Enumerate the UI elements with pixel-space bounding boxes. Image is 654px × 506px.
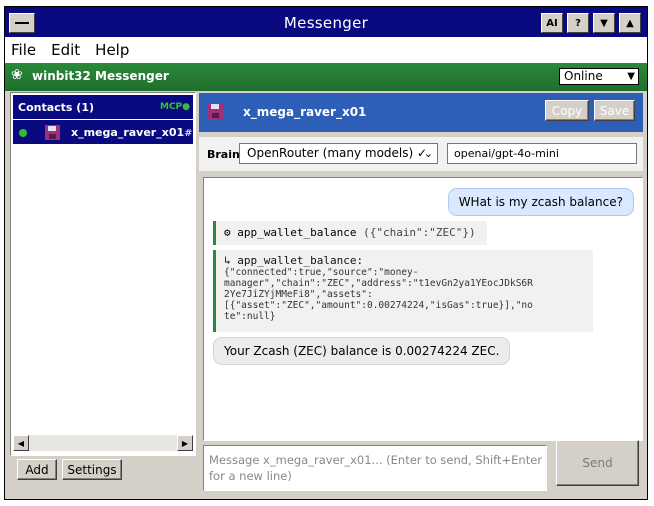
online-status-dot <box>19 129 27 137</box>
save-button[interactable]: Save <box>594 100 635 121</box>
scroll-right-arrow-icon[interactable]: ▶ <box>177 435 193 451</box>
brain-provider-value: OpenRouter (many models) ✓ <box>247 146 428 160</box>
menu-file[interactable]: File <box>11 41 36 59</box>
contacts-panel: Contacts (1) MCP● x_mega_raver_x01#65B ◀… <box>10 92 196 456</box>
tool-result-name: ↳ app_wallet_balance: <box>224 254 364 267</box>
messenger-window: Messenger AI ? ▼ ▲ File Edit Help ❀ winb… <box>4 6 648 500</box>
chat-contact-name: x_mega_raver_x01 <box>243 105 367 119</box>
brain-settings-row: Brain OpenRouter (many models) ✓ ⌄ opena… <box>199 137 643 171</box>
contacts-count: Contacts (1) <box>18 101 95 114</box>
contacts-header: Contacts (1) MCP● <box>13 95 193 119</box>
menu-help[interactable]: Help <box>95 41 129 59</box>
status-select[interactable]: Online ▼ <box>559 68 639 85</box>
chevron-down-icon: ⌄ <box>423 147 433 160</box>
tool-result-block: ↳ app_wallet_balance: {"connected":true,… <box>213 250 593 332</box>
ai-button[interactable]: AI <box>541 13 563 33</box>
title-bar[interactable]: Messenger AI ? ▼ ▲ <box>5 7 647 37</box>
contact-item[interactable]: x_mega_raver_x01#65B <box>13 120 193 144</box>
chat-header: x_mega_raver_x01 Copy Save <box>199 93 643 132</box>
tool-call-block: ⚙ app_wallet_balance ({"chain":"ZEC"}) <box>213 221 487 245</box>
floppy-disk-icon <box>208 103 224 119</box>
status-value: Online <box>564 69 603 83</box>
tool-result-json: {"connected":true,"source":"money- manag… <box>224 267 533 322</box>
copy-button[interactable]: Copy <box>545 100 589 121</box>
app-title: winbit32 Messenger <box>32 69 169 83</box>
chat-transcript[interactable]: WHat is my zcash balance? ⚙ app_wallet_b… <box>203 177 643 441</box>
brain-label: Brain <box>207 148 240 161</box>
user-message-bubble: WHat is my zcash balance? <box>447 188 634 216</box>
contact-suffix: #65B <box>184 128 193 139</box>
mcp-status-indicator: MCP● <box>159 102 190 112</box>
assistant-message-bubble: Your Zcash (ZEC) balance is 0.00274224 Z… <box>213 337 511 365</box>
add-contact-button[interactable]: Add <box>17 459 57 480</box>
minimize-button[interactable]: ▼ <box>593 13 615 33</box>
send-button[interactable]: Send <box>556 440 639 486</box>
app-header: ❀ winbit32 Messenger Online ▼ <box>5 63 647 91</box>
contact-name: x_mega_raver_x01#65B <box>71 126 193 139</box>
model-input[interactable]: openai/gpt-4o-mini <box>447 143 637 164</box>
chevron-down-icon: ▼ <box>627 71 635 82</box>
help-button[interactable]: ? <box>567 13 589 33</box>
contacts-horizontal-scrollbar[interactable]: ◀ ▶ <box>13 435 193 451</box>
menu-edit[interactable]: Edit <box>51 41 80 59</box>
scroll-left-arrow-icon[interactable]: ◀ <box>13 435 29 451</box>
message-input-placeholder: Message x_mega_raver_x01... (Enter to se… <box>209 453 543 483</box>
menu-bar: File Edit Help <box>5 37 647 63</box>
maximize-button[interactable]: ▲ <box>619 13 641 33</box>
tool-call-name: ⚙ app_wallet_balance <box>224 226 357 239</box>
settings-button[interactable]: Settings <box>62 459 122 480</box>
brain-provider-select[interactable]: OpenRouter (many models) ✓ ⌄ <box>239 143 438 164</box>
flower-logo-icon: ❀ <box>11 67 23 83</box>
tool-call-args: ({"chain":"ZEC"}) <box>363 226 476 239</box>
floppy-disk-icon <box>45 125 60 140</box>
message-input[interactable]: Message x_mega_raver_x01... (Enter to se… <box>203 445 547 491</box>
